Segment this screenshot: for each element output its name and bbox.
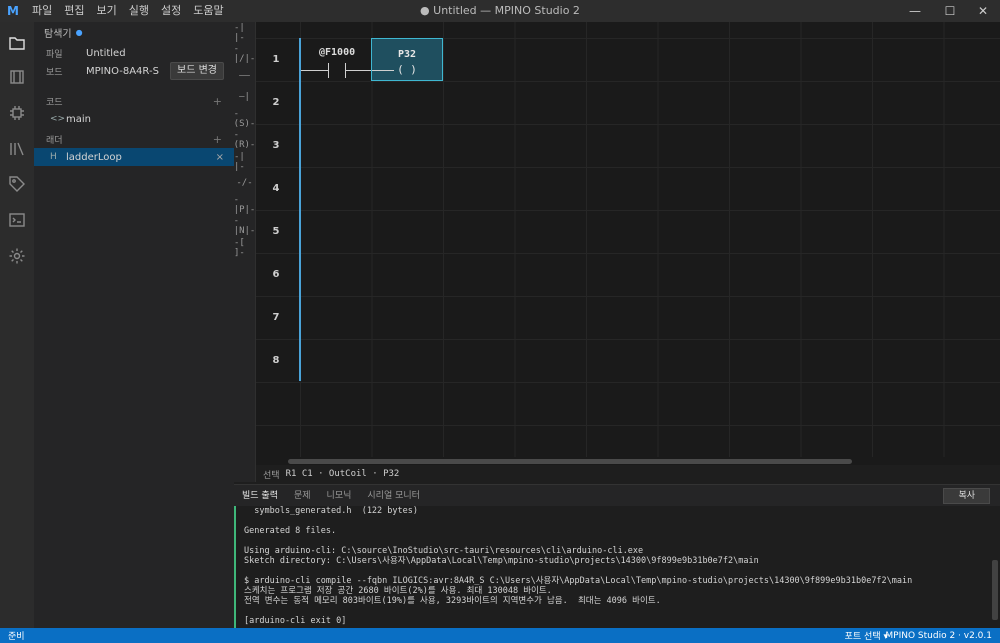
toolbox-item[interactable]: -| |-	[234, 151, 255, 173]
board-change-button[interactable]: 보드 변경	[170, 62, 224, 80]
board-label: 보드	[46, 67, 63, 78]
selection-info: 선택 R1 C1 · OutCoil · P32	[256, 465, 1000, 483]
scrollbar-thumb[interactable]	[288, 459, 852, 464]
copy-button[interactable]: 복사	[943, 488, 990, 504]
contact-label: @F1000	[319, 47, 356, 58]
close-window-button[interactable]: ✕	[966, 0, 1000, 22]
output-coil-cell[interactable]: P32 ( )	[371, 38, 443, 81]
tree-item-label: main	[66, 113, 91, 125]
maximize-button[interactable]: ☐	[933, 0, 967, 22]
tab-problems[interactable]: 문제	[286, 485, 319, 507]
rung-number: 8	[272, 355, 280, 366]
status-bar: 준비 포트 선택 ▾ MPINO Studio 2 · v2.0.1	[0, 628, 1000, 643]
menu-help[interactable]: 도움말	[187, 0, 229, 22]
title-bar: M 파일 편집 보기 실행 설정 도움말 ● Untitled — MPINO …	[0, 0, 1000, 22]
rung-number: 1	[272, 54, 280, 65]
rung-number: 2	[272, 97, 280, 108]
version-label: MPINO Studio 2 · v2.0.1	[885, 630, 992, 641]
sidebar-header: 탐색기 ●	[34, 22, 234, 42]
normally-open-contact[interactable]	[328, 63, 346, 78]
tree-item-label: ladderLoop	[66, 151, 122, 163]
tab-mnemonic[interactable]: 니모닉	[319, 485, 360, 507]
build-output-text: symbols_generated.h (122 bytes) Generate…	[244, 506, 913, 626]
file-row: 파일 Untitled	[34, 44, 234, 62]
toolbox-item[interactable]: -|P|-	[234, 194, 256, 216]
close-icon[interactable]: ×	[216, 152, 224, 163]
toolbox-item[interactable]: -(R)-	[234, 130, 256, 152]
toolbox-item[interactable]: ——	[234, 65, 255, 87]
toolbox-item[interactable]: -[ ]-	[234, 237, 255, 259]
add-code-icon[interactable]: +	[213, 95, 222, 108]
power-rail	[299, 38, 301, 381]
output-scrollbar[interactable]	[992, 560, 998, 620]
app-logo-icon: M	[7, 4, 19, 18]
explorer-sidebar: 탐색기 ● 파일 Untitled 보드 MPINO-8A4R-S 보드 변경 …	[34, 22, 234, 628]
menu-edit[interactable]: 편집	[58, 0, 90, 22]
status-ready: 준비	[8, 632, 25, 642]
rung-number: 4	[272, 183, 280, 194]
code-section-header: 코드 +	[34, 92, 234, 110]
ladder-section-title: 래더	[46, 135, 63, 146]
build-output: symbols_generated.h (122 bytes) Generate…	[234, 506, 1000, 628]
board-icon[interactable]	[0, 60, 34, 94]
tree-item-ladderloop[interactable]: H ladderLoop ×	[34, 148, 234, 166]
ladder-editor[interactable]: 1 2 3 4 5 6 7 8 @F1000 P32 ( )	[256, 22, 1000, 462]
port-select[interactable]: 포트 선택 ▾	[845, 629, 888, 642]
ladder-toolbox: -| |- -|/|- —— —| -(S)- -(R)- -| |- -/- -|P|- -|N…	[234, 22, 256, 482]
tab-serial-monitor[interactable]: 시리얼 모니터	[359, 485, 428, 507]
settings-icon[interactable]	[0, 239, 34, 273]
file-name: Untitled	[86, 47, 126, 59]
activity-bar	[0, 22, 34, 628]
coil-label: P32	[397, 49, 417, 60]
tag-icon[interactable]	[0, 167, 34, 201]
horizontal-scrollbar[interactable]	[256, 457, 1000, 465]
tab-build-output[interactable]: 빌드 출력	[234, 485, 286, 507]
file-label: 파일	[46, 49, 63, 60]
coil-symbol: ( )	[397, 63, 417, 76]
unsaved-dot-icon: ●	[75, 27, 83, 37]
minimize-button[interactable]: —	[898, 0, 932, 22]
rung-number: 6	[272, 269, 280, 280]
rung-number: 3	[272, 140, 280, 151]
library-icon[interactable]	[0, 132, 34, 166]
toolbox-item[interactable]: -(S)-	[234, 108, 256, 130]
code-section-title: 코드	[46, 97, 63, 108]
selection-label: 선택	[263, 470, 280, 481]
add-ladder-icon[interactable]: +	[213, 133, 222, 146]
ladder-section-header: 래더 +	[34, 130, 234, 148]
sidebar-title: 탐색기	[44, 28, 72, 40]
terminal-icon[interactable]	[0, 203, 34, 237]
toolbox-item[interactable]: —|	[234, 87, 255, 109]
code-file-icon: <>	[50, 114, 66, 124]
selection-text: R1 C1 · OutCoil · P32	[285, 469, 400, 479]
rung-number: 5	[272, 226, 280, 237]
ladder-file-icon: H	[50, 152, 57, 162]
menu-view[interactable]: 보기	[91, 0, 123, 22]
menu-run[interactable]: 실행	[123, 0, 155, 22]
explorer-icon[interactable]	[0, 26, 34, 60]
toolbox-item[interactable]: -|/|-	[234, 44, 256, 66]
rung-number: 7	[272, 312, 280, 323]
toolbox-item[interactable]: -|N|-	[234, 216, 256, 238]
menu-settings[interactable]: 설정	[155, 0, 187, 22]
chip-icon[interactable]	[0, 96, 34, 130]
panel-tab-bar: 빌드 출력 문제 니모닉 시리얼 모니터 복사	[234, 484, 1000, 507]
tree-item-main[interactable]: <> main	[34, 110, 234, 128]
toolbox-item[interactable]: -| |-	[234, 22, 255, 44]
board-name: MPINO-8A4R-S	[86, 65, 159, 77]
menu-file[interactable]: 파일	[26, 0, 58, 22]
toolbox-item[interactable]: -/-	[234, 173, 255, 195]
